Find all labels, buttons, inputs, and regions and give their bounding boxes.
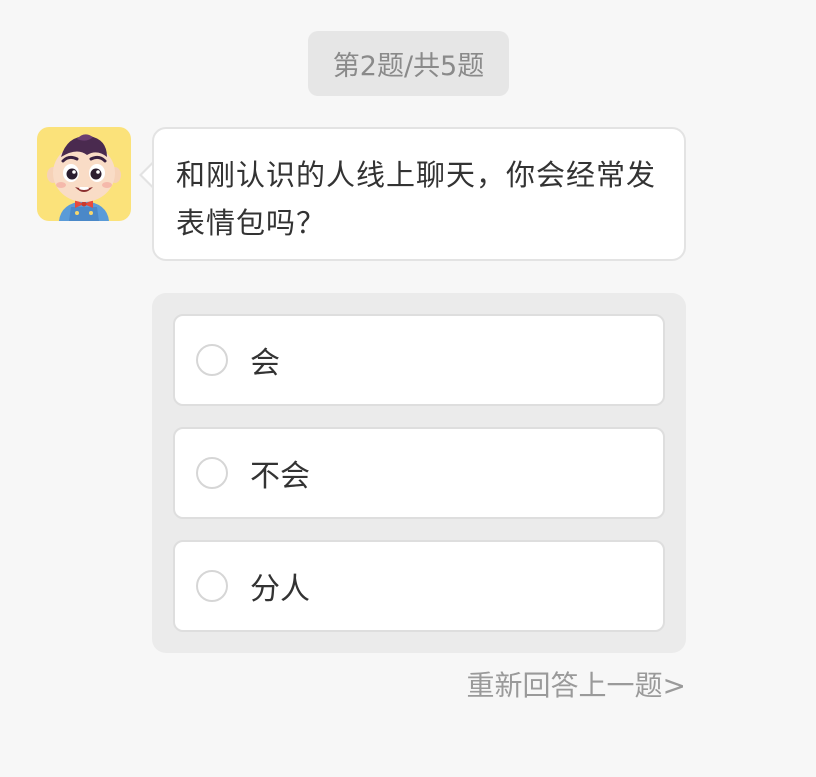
answer-option-label: 分人 bbox=[250, 572, 310, 607]
radio-unchecked-icon[interactable] bbox=[196, 344, 228, 376]
answer-option[interactable]: 不会 bbox=[173, 427, 665, 519]
redo-previous-question-link[interactable]: 重新回答上一题> bbox=[467, 664, 686, 704]
answer-option-label: 会 bbox=[250, 346, 280, 381]
question-bubble: 和刚认识的人线上聊天，你会经常发表情包吗？ bbox=[152, 127, 686, 261]
radio-unchecked-icon[interactable] bbox=[196, 570, 228, 602]
question-progress-label: 第2题/共5题 bbox=[332, 51, 485, 82]
question-progress-badge: 第2题/共5题 bbox=[308, 31, 509, 96]
cartoon-boy-avatar-icon bbox=[37, 127, 131, 221]
answer-option[interactable]: 会 bbox=[173, 314, 665, 406]
answer-option-label: 不会 bbox=[250, 459, 310, 494]
radio-unchecked-icon[interactable] bbox=[196, 457, 228, 489]
answer-options-panel: 会 不会 分人 bbox=[152, 293, 686, 653]
answer-option[interactable]: 分人 bbox=[173, 540, 665, 632]
question-text: 和刚认识的人线上聊天，你会经常发表情包吗？ bbox=[176, 158, 657, 240]
